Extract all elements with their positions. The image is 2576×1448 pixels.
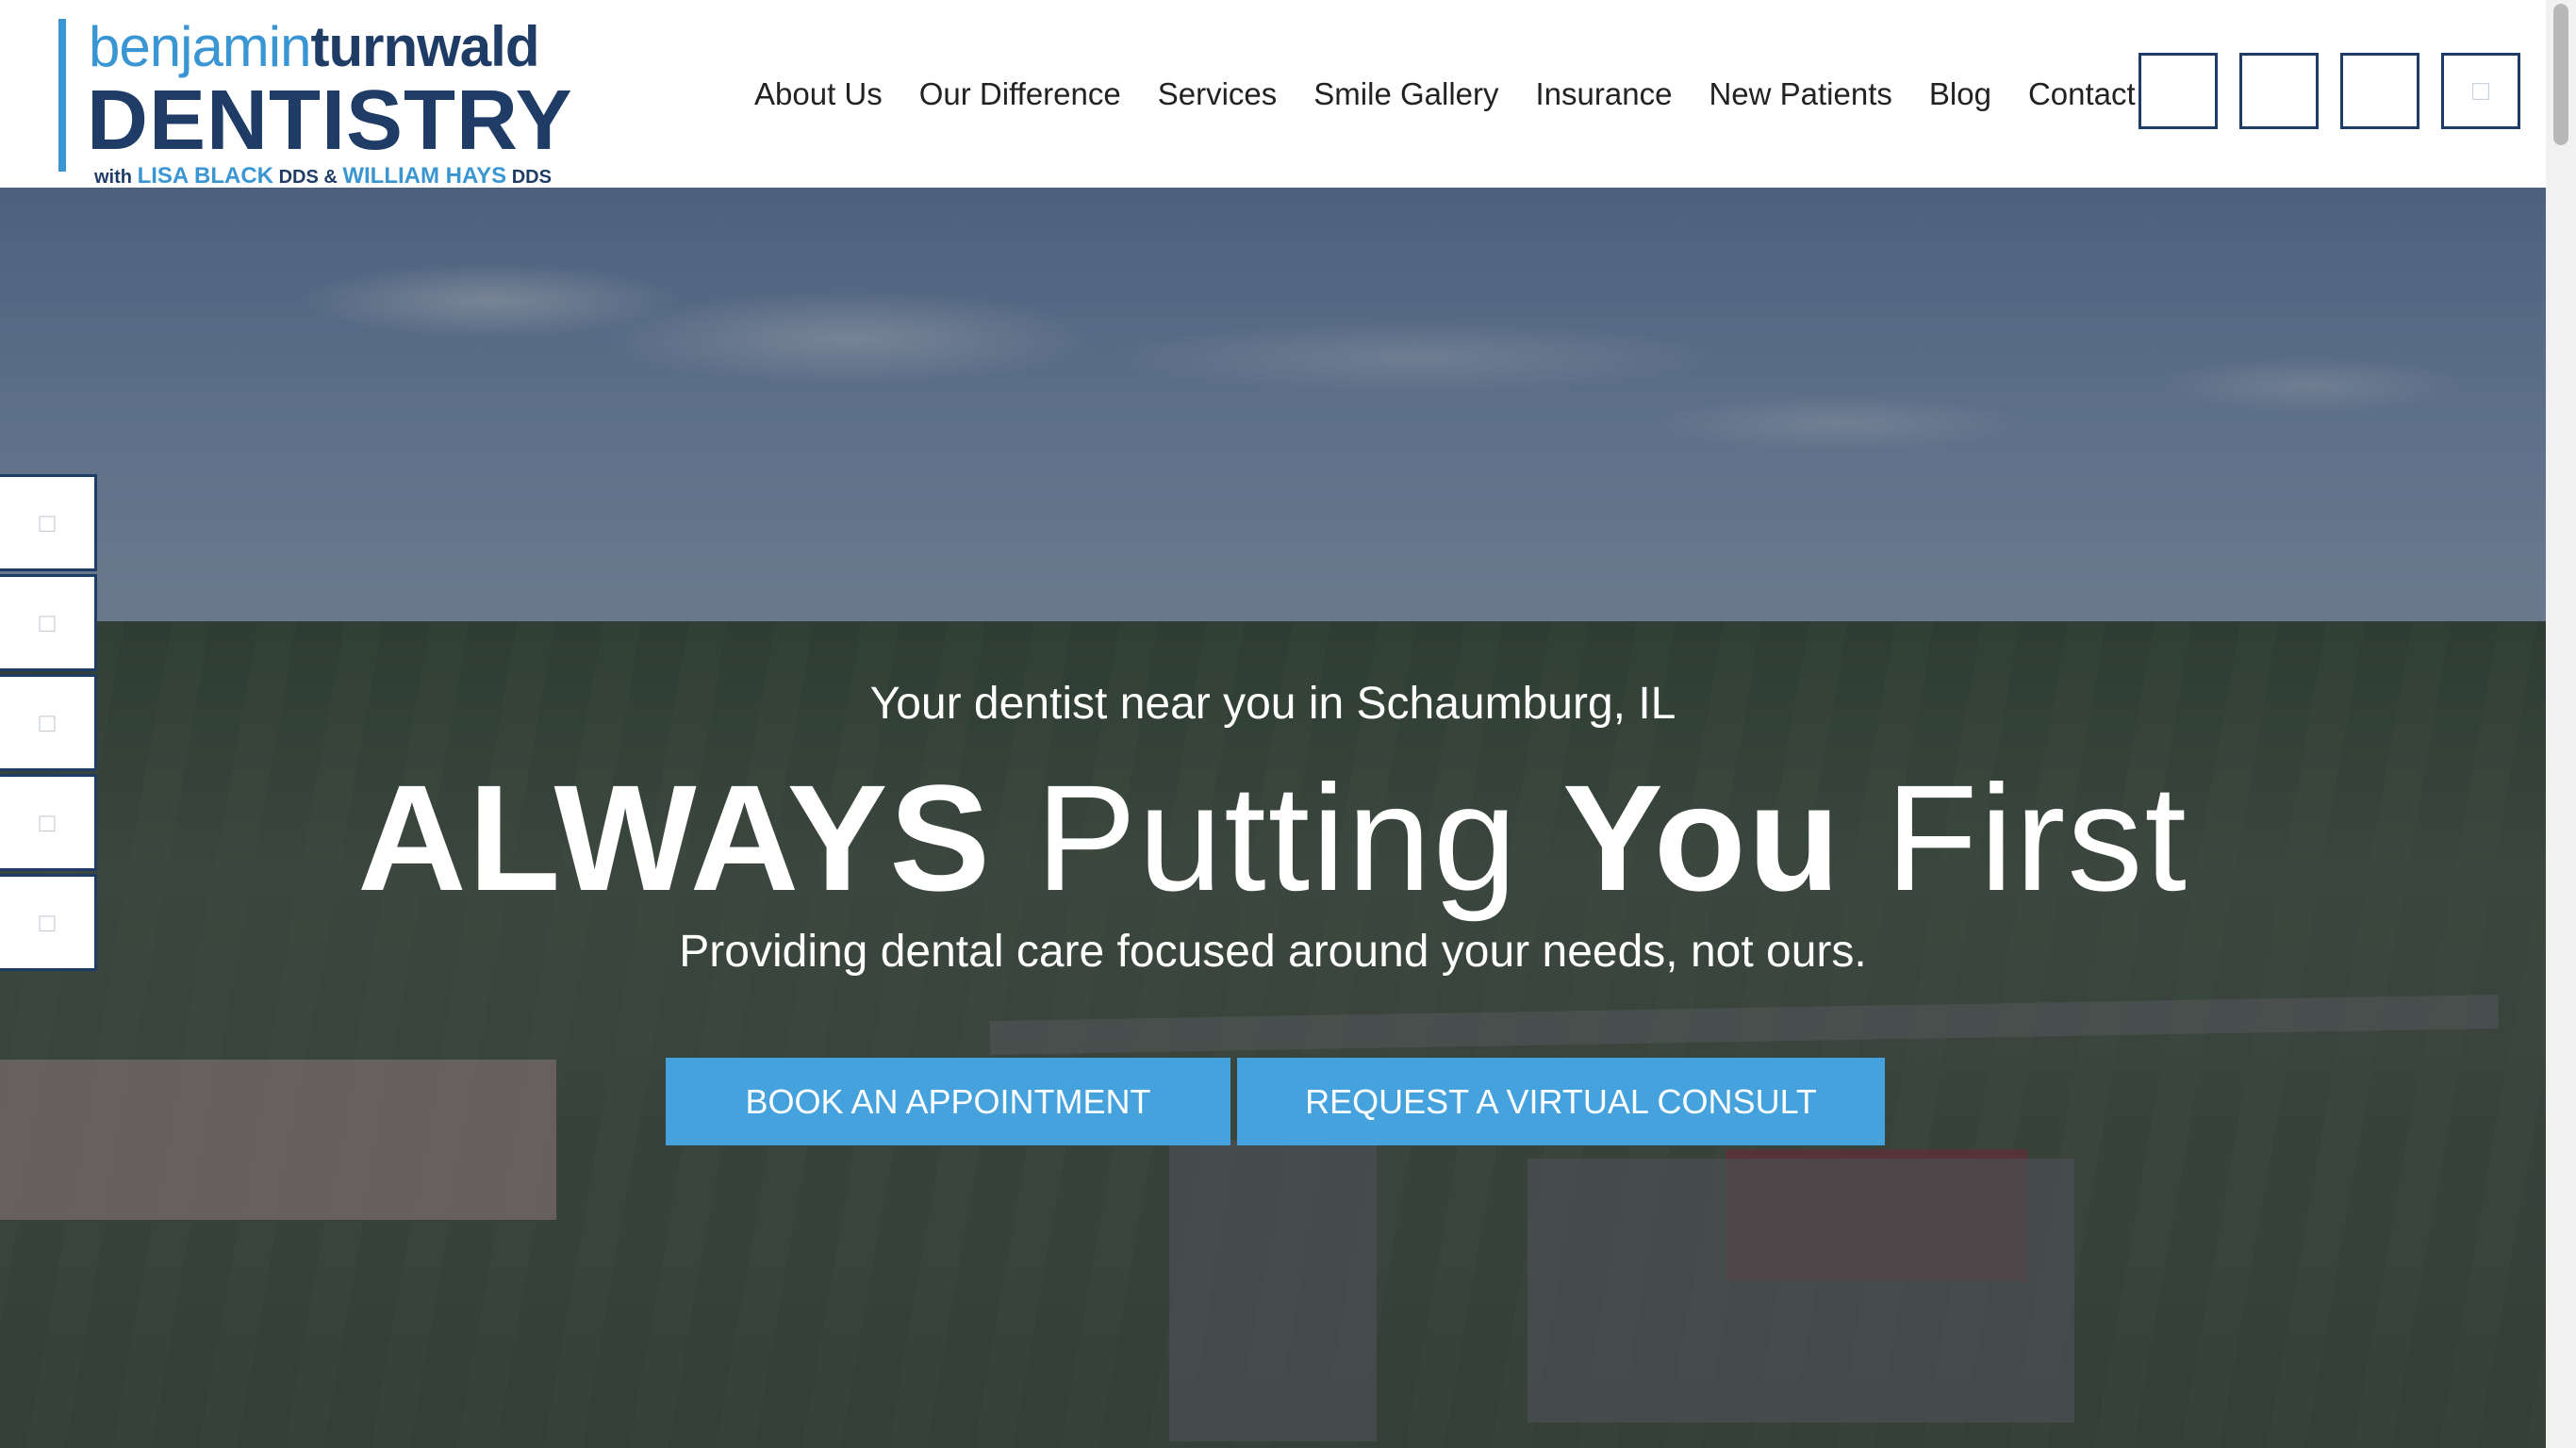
main-nav: About Us Our Difference Services Smile G…: [754, 66, 2172, 123]
calendar-icon[interactable]: [2239, 53, 2319, 129]
logo-dds-1: DDS &: [278, 167, 338, 188]
headline-you: You: [1562, 753, 1842, 922]
phone-icon[interactable]: [2138, 53, 2218, 129]
hero-headline: ALWAYS Putting You First: [0, 758, 2546, 918]
hero-section: Your dentist near you in Schaumburg, IL …: [0, 188, 2546, 1448]
logo-doctor-1: LISA BLACK: [137, 163, 273, 189]
logo-dds-2: DDS: [511, 167, 552, 188]
nav-services[interactable]: Services: [1158, 76, 1278, 112]
nav-smile-gallery[interactable]: Smile Gallery: [1313, 76, 1498, 112]
site-header: benjaminturnwald DENTISTRY with LISA BLA…: [0, 0, 2546, 188]
menu-icon[interactable]: □: [2441, 53, 2520, 129]
nav-contact[interactable]: Contact: [2028, 76, 2136, 112]
logo-doctors: with LISA BLACK DDS & WILLIAM HAYS DDS: [94, 163, 552, 189]
headline-first: First: [1841, 753, 2188, 922]
social-side-tabs: □ □ □ □ □: [0, 474, 97, 974]
nav-insurance[interactable]: Insurance: [1536, 76, 1673, 112]
nav-blog[interactable]: Blog: [1929, 76, 1991, 112]
nav-new-patients[interactable]: New Patients: [1709, 76, 1891, 112]
hero-tagline: Your dentist near you in Schaumburg, IL: [869, 679, 1676, 729]
facebook-icon[interactable]: □: [0, 474, 97, 571]
headline-always: ALWAYS: [357, 753, 993, 922]
hero-subline: Providing dental care focused around you…: [679, 927, 1867, 977]
location-icon[interactable]: [2340, 53, 2419, 129]
logo-with: with: [94, 167, 132, 188]
site-logo[interactable]: benjaminturnwald DENTISTRY with LISA BLA…: [58, 13, 572, 188]
nav-about-us[interactable]: About Us: [754, 76, 883, 112]
virtual-consult-button[interactable]: REQUEST A VIRTUAL CONSULT: [1237, 1058, 1885, 1145]
youtube-icon[interactable]: □: [0, 774, 97, 871]
logo-name: benjaminturnwald: [89, 13, 540, 81]
nav-our-difference[interactable]: Our Difference: [919, 76, 1121, 112]
page-scrollbar[interactable]: [2546, 0, 2576, 1448]
logo-dentistry: DENTISTRY: [87, 74, 573, 168]
header-buttons: □: [2138, 53, 2520, 129]
hero-content: Your dentist near you in Schaumburg, IL …: [0, 188, 2546, 1448]
scrollbar-thumb[interactable]: [2553, 4, 2568, 145]
logo-doctor-2: WILLIAM HAYS: [342, 163, 507, 189]
logo-last-name: turnwald: [310, 15, 540, 78]
logo-bar: [58, 19, 66, 172]
google-icon[interactable]: □: [0, 674, 97, 771]
book-appointment-button[interactable]: BOOK AN APPOINTMENT: [666, 1058, 1230, 1145]
hero-cta-row: BOOK AN APPOINTMENT REQUEST A VIRTUAL CO…: [666, 1058, 1885, 1145]
review-icon[interactable]: □: [0, 874, 97, 971]
headline-putting: Putting: [992, 753, 1563, 922]
logo-first-name: benjamin: [89, 15, 311, 78]
instagram-icon[interactable]: □: [0, 574, 97, 671]
